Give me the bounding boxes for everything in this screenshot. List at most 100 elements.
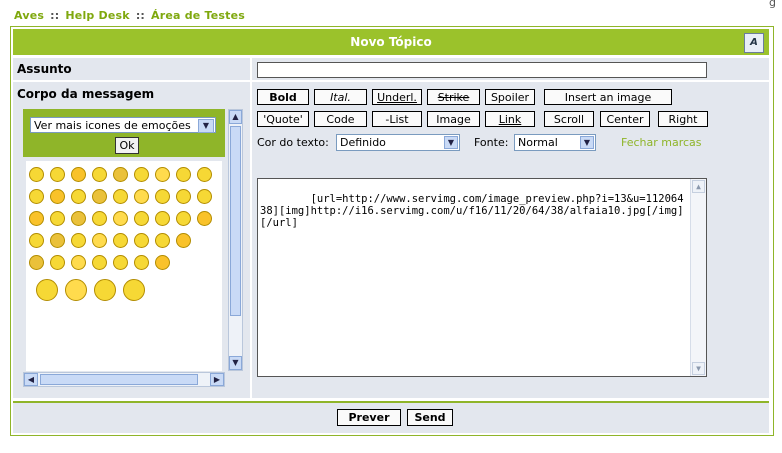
- emoticon-icon[interactable]: [65, 279, 87, 301]
- emoticon-icon[interactable]: [134, 211, 149, 226]
- right-button[interactable]: Right: [658, 111, 708, 127]
- emoticon-icon[interactable]: [50, 211, 65, 226]
- emoticon-icon[interactable]: [29, 255, 44, 270]
- emoticon-vertical-scrollbar[interactable]: ▲ ▼: [228, 109, 243, 371]
- emoticon-icon[interactable]: [113, 211, 128, 226]
- emoticon-icon[interactable]: [92, 233, 107, 248]
- emoticon-icon[interactable]: [92, 255, 107, 270]
- subject-label: Assunto: [13, 58, 250, 80]
- subject-cell: [252, 58, 769, 80]
- emoticon-icon[interactable]: [50, 255, 65, 270]
- emoticon-icon[interactable]: [36, 279, 58, 301]
- quote-button[interactable]: 'Quote': [257, 111, 309, 127]
- emoticon-icon[interactable]: [197, 167, 212, 182]
- scroll-button[interactable]: Scroll: [544, 111, 594, 127]
- emoticon-icon[interactable]: [134, 167, 149, 182]
- emoticon-panel: Ver mais icones de emoções ▼ Ok ▲ ▼ ◀ ▶: [23, 109, 244, 387]
- chevron-down-icon[interactable]: ▼: [444, 136, 458, 149]
- emoticon-horizontal-scrollbar[interactable]: ◀ ▶: [23, 372, 225, 387]
- scroll-thumb[interactable]: [40, 374, 198, 385]
- spoiler-button[interactable]: Spoiler: [485, 89, 535, 105]
- emoticon-icon[interactable]: [94, 279, 116, 301]
- emoticon-icon[interactable]: [155, 211, 170, 226]
- preview-button[interactable]: Prever: [337, 409, 401, 426]
- insert-image-button[interactable]: Insert an image: [544, 89, 672, 105]
- emoticon-icon[interactable]: [92, 211, 107, 226]
- subject-row: Assunto: [13, 58, 769, 80]
- bold-button[interactable]: Bold: [257, 89, 309, 105]
- emoticon-icon[interactable]: [176, 211, 191, 226]
- message-textarea[interactable]: [url=http://www.servimg.com/image_previe…: [257, 178, 707, 377]
- emoticon-icon[interactable]: [29, 211, 44, 226]
- emoticon-icon[interactable]: [29, 233, 44, 248]
- image-button[interactable]: Image: [427, 111, 480, 127]
- emoticon-icon[interactable]: [197, 189, 212, 204]
- emoticon-ok-button[interactable]: Ok: [115, 137, 139, 154]
- emoticon-icon[interactable]: [71, 211, 86, 226]
- emoticon-icon[interactable]: [155, 167, 170, 182]
- emoticon-icon[interactable]: [50, 233, 65, 248]
- emoticon-icon[interactable]: [71, 167, 86, 182]
- emoticon-icon[interactable]: [50, 167, 65, 182]
- emoticon-icon[interactable]: [134, 255, 149, 270]
- emoticon-icon[interactable]: [155, 189, 170, 204]
- emoticon-icon[interactable]: [71, 255, 86, 270]
- scroll-right-icon[interactable]: ▶: [210, 373, 224, 386]
- emoticon-icon[interactable]: [176, 189, 191, 204]
- emoticon-icon[interactable]: [134, 233, 149, 248]
- emoticon-icon[interactable]: [113, 233, 128, 248]
- emoticon-icon[interactable]: [134, 189, 149, 204]
- emoticon-grid: [26, 161, 222, 371]
- emoticon-icon[interactable]: [113, 167, 128, 182]
- emoticon-icon[interactable]: [29, 189, 44, 204]
- emoticon-icon[interactable]: [197, 211, 212, 226]
- breadcrumb-link-area-de-testes[interactable]: Área de Testes: [151, 9, 245, 22]
- scroll-up-icon[interactable]: ▲: [692, 180, 705, 193]
- font-size-icon[interactable]: A: [744, 33, 764, 53]
- emoticon-icon[interactable]: [29, 167, 44, 182]
- emoticon-column: Corpo da messagem Ver mais icones de emo…: [13, 82, 250, 398]
- emoticon-icon[interactable]: [176, 233, 191, 248]
- emoticon-icon[interactable]: [155, 255, 170, 270]
- close-tags-link[interactable]: Fechar marcas: [621, 136, 702, 149]
- send-button[interactable]: Send: [407, 409, 453, 426]
- emoticon-icon[interactable]: [92, 167, 107, 182]
- emoticon-icon[interactable]: [92, 189, 107, 204]
- emoticon-icon[interactable]: [113, 189, 128, 204]
- message-text: [url=http://www.servimg.com/image_previe…: [260, 193, 684, 229]
- chevron-down-icon[interactable]: ▼: [198, 119, 214, 133]
- center-button[interactable]: Center: [600, 111, 650, 127]
- emoticon-icon[interactable]: [113, 255, 128, 270]
- emoticon-select-value: Ver mais icones de emoções: [34, 119, 191, 132]
- chevron-down-icon[interactable]: ▼: [580, 136, 594, 149]
- link-button[interactable]: Link: [485, 111, 535, 127]
- scroll-down-icon[interactable]: ▼: [692, 362, 705, 375]
- breadcrumb-separator: ::: [50, 9, 60, 22]
- text-color-select[interactable]: Definido ▼: [336, 134, 460, 151]
- breadcrumb-link-help-desk[interactable]: Help Desk: [65, 9, 129, 22]
- strike-button[interactable]: Strike: [427, 89, 480, 105]
- list-button[interactable]: -List: [372, 111, 422, 127]
- message-scrollbar[interactable]: ▲ ▼: [690, 179, 706, 376]
- scroll-thumb[interactable]: [230, 126, 241, 316]
- subject-input[interactable]: [257, 62, 707, 78]
- scroll-left-icon[interactable]: ◀: [24, 373, 38, 386]
- emoticon-icon[interactable]: [155, 233, 170, 248]
- emoticon-select[interactable]: Ver mais icones de emoções ▼: [30, 117, 216, 133]
- font-select[interactable]: Normal ▼: [514, 134, 596, 151]
- text-color-value: Definido: [340, 136, 386, 149]
- code-button[interactable]: Code: [314, 111, 367, 127]
- underline-button[interactable]: Underl.: [372, 89, 422, 105]
- scroll-up-icon[interactable]: ▲: [229, 110, 242, 124]
- breadcrumb: Aves :: Help Desk :: Área de Testes: [14, 9, 245, 22]
- emoticon-header: Ver mais icones de emoções ▼ Ok: [23, 109, 225, 157]
- italic-button[interactable]: Ital.: [314, 89, 367, 105]
- emoticon-icon[interactable]: [176, 167, 191, 182]
- emoticon-icon[interactable]: [71, 189, 86, 204]
- emoticon-icon[interactable]: [50, 189, 65, 204]
- form-footer: Prever Send: [13, 401, 769, 433]
- emoticon-icon[interactable]: [71, 233, 86, 248]
- breadcrumb-link-aves[interactable]: Aves: [14, 9, 44, 22]
- scroll-down-icon[interactable]: ▼: [229, 356, 242, 370]
- emoticon-icon[interactable]: [123, 279, 145, 301]
